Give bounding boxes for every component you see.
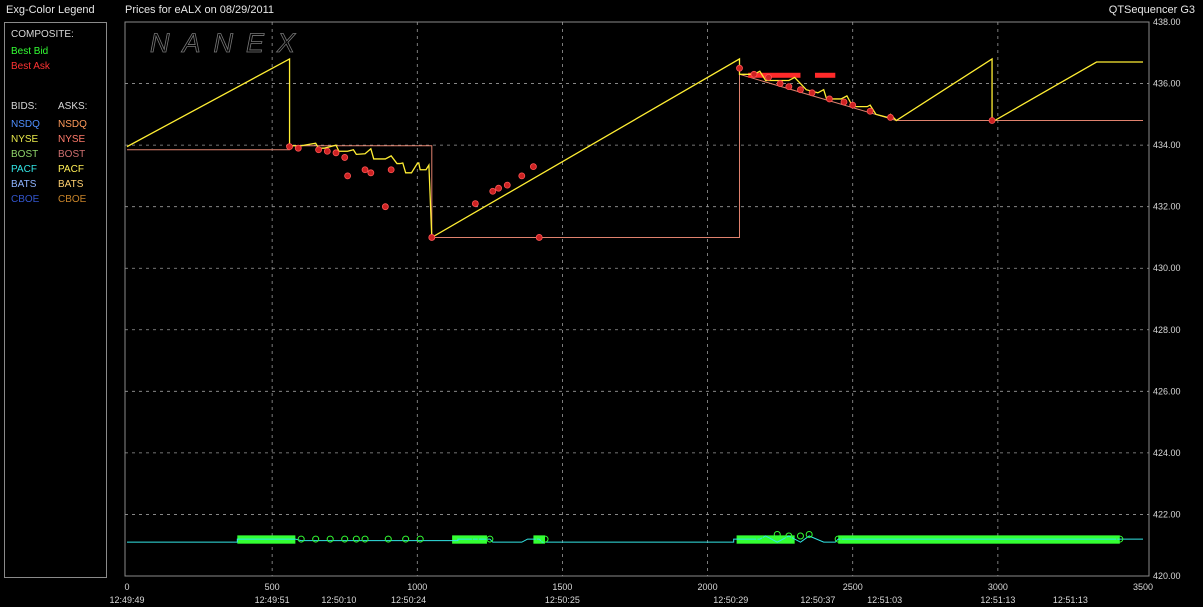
time-label: 12:50:37	[800, 595, 835, 605]
ask-marker	[535, 234, 543, 241]
ask-marker	[776, 80, 784, 87]
ask-marker	[887, 114, 894, 121]
ask-marker	[294, 144, 302, 152]
ask-marker	[518, 172, 526, 180]
ask-marker	[849, 101, 857, 109]
ask-marker	[785, 83, 793, 91]
nanex-watermark: NANEX	[150, 28, 308, 58]
y-tick-label: 434.00	[1153, 140, 1181, 150]
ask-marker	[315, 146, 322, 154]
ask-marker	[530, 163, 537, 171]
time-label: 12:50:24	[391, 595, 426, 605]
time-label: 12:51:13	[980, 595, 1015, 605]
y-tick-label: 438.00	[1153, 17, 1181, 27]
ask-marker	[387, 166, 395, 174]
ask-marker	[826, 95, 833, 103]
y-tick-label: 420.00	[1153, 571, 1181, 581]
time-label: 12:51:03	[867, 595, 902, 605]
time-label: 12:49:49	[109, 595, 144, 605]
ask-marker	[750, 70, 758, 78]
ask-marker	[866, 107, 874, 115]
ask-marker	[765, 74, 772, 81]
y-tick-label: 428.00	[1153, 325, 1181, 335]
x-tick-label: 0	[124, 582, 129, 592]
x-tick-label: 2000	[698, 582, 718, 592]
y-tick-label: 430.00	[1153, 263, 1181, 273]
x-tick-label: 3500	[1133, 582, 1153, 592]
ask-marker	[344, 172, 352, 180]
ask-marker	[489, 187, 497, 195]
time-label: 12:50:10	[321, 595, 356, 605]
ask-marker	[495, 184, 502, 192]
y-tick-label: 422.00	[1153, 509, 1181, 519]
ask-marker	[381, 203, 389, 211]
ask-marker	[736, 64, 743, 72]
ask-marker	[341, 154, 349, 161]
y-tick-label: 424.00	[1153, 448, 1181, 458]
x-tick-label: 2500	[843, 582, 863, 592]
x-tick-label: 500	[265, 582, 280, 592]
ask-marker	[808, 89, 816, 97]
ask-marker	[286, 143, 293, 151]
ask-marker	[797, 86, 804, 94]
x-tick-label: 1500	[552, 582, 572, 592]
time-label: 12:49:51	[255, 595, 290, 605]
ask-marker	[323, 147, 331, 155]
ask-marker	[332, 149, 340, 157]
x-tick-label: 1000	[407, 582, 427, 592]
ask-marker	[367, 169, 375, 177]
ask-marker	[503, 181, 511, 189]
time-label: 12:50:29	[713, 595, 748, 605]
y-tick-label: 436.00	[1153, 79, 1181, 89]
y-tick-label: 432.00	[1153, 202, 1181, 212]
ask-marker	[988, 117, 996, 124]
x-tick-label: 3000	[988, 582, 1008, 592]
ask-cluster-bar	[814, 72, 836, 78]
y-tick-label: 426.00	[1153, 386, 1181, 396]
time-label: 12:50:25	[545, 595, 580, 605]
time-label: 12:51:13	[1053, 595, 1088, 605]
ask-marker	[361, 166, 369, 174]
ask-marker	[471, 200, 479, 207]
ask-marker	[428, 234, 436, 241]
plot-area	[124, 21, 1150, 577]
ask-marker	[840, 98, 848, 106]
price-chart: NANEX 420.00 422.00 424.00 426.00 428.00 430.…	[109, 17, 1181, 605]
